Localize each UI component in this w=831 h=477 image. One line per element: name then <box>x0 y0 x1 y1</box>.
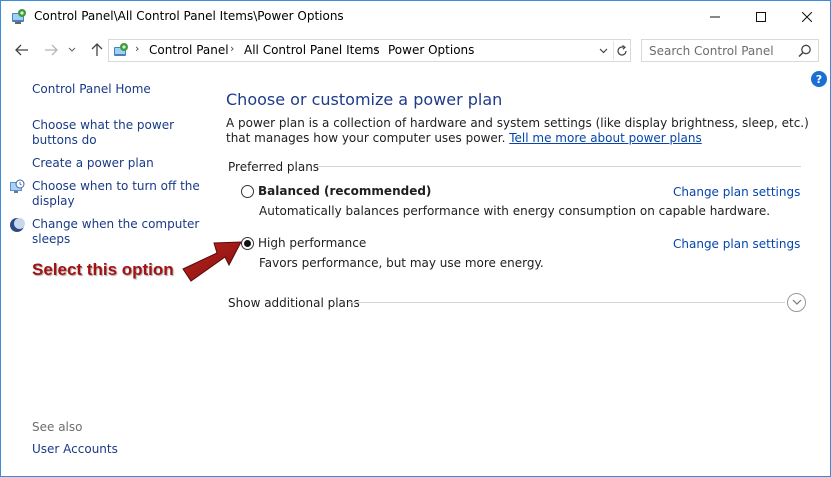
chevron-down-icon <box>599 48 607 54</box>
search-box[interactable] <box>641 39 819 62</box>
intro-paragraph: A power plan is a collection of hardware… <box>226 116 816 146</box>
see-also-heading: See also <box>32 420 83 434</box>
power-options-window: Control Panel\All Control Panel Items\Po… <box>0 0 831 477</box>
window-title: Control Panel\All Control Panel Items\Po… <box>34 9 344 23</box>
balanced-change-settings-link[interactable]: Change plan settings <box>673 185 800 199</box>
annotation-label: Select this option <box>32 260 174 279</box>
address-bar[interactable]: › Control Panel › All Control Panel Item… <box>108 39 631 62</box>
create-power-plan-link[interactable]: Create a power plan <box>32 156 202 171</box>
back-arrow-icon <box>15 44 28 56</box>
divider <box>317 166 801 167</box>
address-dropdown-button[interactable] <box>596 42 610 60</box>
power-buttons-link[interactable]: Choose what the power buttons do <box>32 118 202 148</box>
expand-additional-plans-button[interactable] <box>787 293 806 312</box>
breadcrumb-power-options[interactable]: Power Options <box>388 43 474 57</box>
control-panel-icon <box>12 9 26 24</box>
balanced-plan-radio[interactable] <box>241 185 254 198</box>
chevron-right-icon: › <box>374 42 379 55</box>
minimize-button[interactable] <box>692 1 738 32</box>
up-arrow-icon <box>91 43 103 56</box>
computer-sleeps-link[interactable]: Change when the computer sleeps <box>32 217 202 247</box>
chevron-right-icon: › <box>230 42 235 55</box>
back-button[interactable] <box>12 40 32 60</box>
high-performance-plan-description: Favors performance, but may use more ene… <box>259 256 544 270</box>
forward-button[interactable] <box>41 40 61 60</box>
chevron-down-icon <box>68 47 76 52</box>
refresh-icon <box>617 44 627 56</box>
balanced-plan-name[interactable]: Balanced (recommended) <box>258 184 431 198</box>
page-title: Choose or customize a power plan <box>226 90 503 109</box>
chevron-right-icon: › <box>135 42 140 55</box>
control-panel-icon <box>114 43 128 56</box>
learn-more-link[interactable]: Tell me more about power plans <box>509 131 701 145</box>
main-content: Choose or customize a power plan A power… <box>206 68 830 476</box>
navigation-bar: › Control Panel › All Control Panel Item… <box>1 32 830 68</box>
divider <box>349 302 785 303</box>
close-icon <box>802 11 812 22</box>
moon-icon <box>10 218 25 232</box>
display-clock-icon <box>10 179 25 193</box>
show-additional-plans-label[interactable]: Show additional plans <box>228 296 360 310</box>
chevron-down-icon <box>792 299 801 305</box>
high-performance-plan-name[interactable]: High performance <box>258 236 366 250</box>
control-panel-home-link[interactable]: Control Panel Home <box>32 82 202 97</box>
maximize-icon <box>756 11 766 22</box>
close-button[interactable] <box>784 1 830 32</box>
forward-arrow-icon <box>45 44 58 56</box>
balanced-plan-description: Automatically balances performance with … <box>259 204 771 218</box>
search-icon[interactable] <box>797 43 813 59</box>
up-button[interactable] <box>87 40 107 60</box>
preferred-plans-heading: Preferred plans <box>228 160 320 174</box>
breadcrumb-control-panel[interactable]: Control Panel <box>149 43 229 57</box>
title-bar: Control Panel\All Control Panel Items\Po… <box>1 1 830 32</box>
refresh-button[interactable] <box>613 41 630 60</box>
breadcrumb-all-items[interactable]: All Control Panel Items <box>244 43 380 57</box>
high-performance-change-settings-link[interactable]: Change plan settings <box>673 237 800 251</box>
user-accounts-link[interactable]: User Accounts <box>32 442 202 457</box>
search-input[interactable] <box>642 40 792 61</box>
maximize-button[interactable] <box>738 1 784 32</box>
turn-off-display-link[interactable]: Choose when to turn off the display <box>32 179 202 209</box>
minimize-icon <box>710 16 720 17</box>
recent-locations-button[interactable] <box>66 40 78 60</box>
annotation-arrow-icon <box>182 241 242 282</box>
